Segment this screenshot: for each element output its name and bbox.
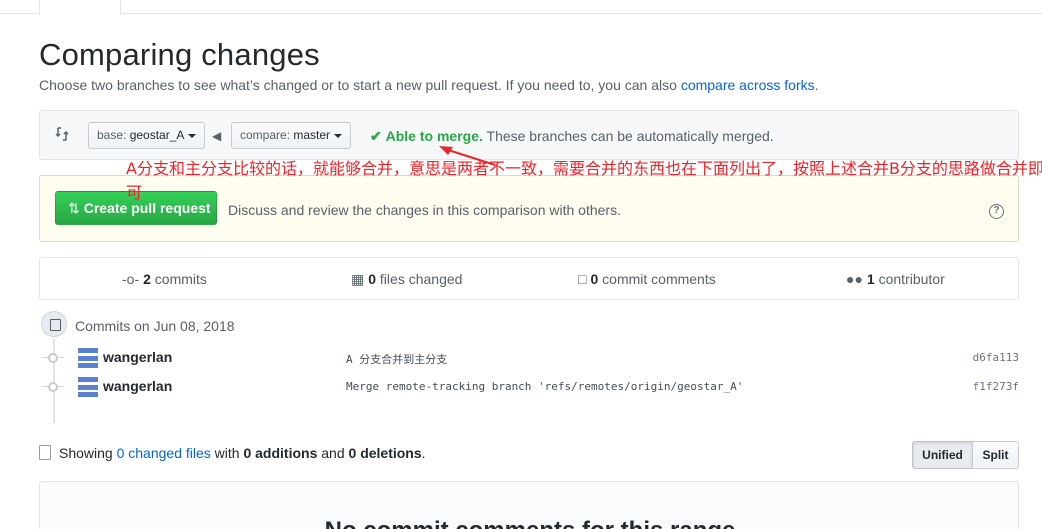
file-diff-icon: ▦: [351, 271, 365, 287]
avatar[interactable]: [78, 377, 98, 397]
commit-sha[interactable]: f1f273f: [973, 380, 1019, 393]
arrow-left-icon: ◀: [212, 129, 222, 143]
comments-label: commit comments: [598, 271, 716, 287]
contributors-count: 1: [866, 271, 875, 287]
repo-tab-bar: [0, 0, 1042, 15]
files-summary: Showing 0 changed files with 0 additions…: [59, 445, 426, 461]
and-label: and: [317, 445, 349, 461]
avatar[interactable]: [78, 348, 98, 368]
compare-stats: -o- 2 commits ▦ 0 files changed □ 0 commit …: [39, 257, 1019, 300]
commit-row: wangerlan A 分支合并到主分支 d6fa113: [39, 345, 1019, 371]
changed-files-link[interactable]: 0 changed files: [117, 445, 211, 461]
compare-prefix: compare:: [240, 128, 294, 142]
chevron-down-icon: [188, 133, 197, 138]
files-count: 0: [368, 271, 377, 287]
additions-count: 0 additions: [243, 445, 318, 461]
merge-status: ✔ Able to merge. These branches can be a…: [370, 128, 774, 145]
split-view-button[interactable]: Split: [972, 441, 1019, 469]
check-icon: ✔: [370, 128, 382, 144]
pull-request-icon: ⇅: [68, 200, 80, 216]
commit-message[interactable]: Merge remote-tracking branch 'refs/remot…: [346, 380, 743, 393]
compare-branch-select[interactable]: compare: master: [231, 122, 352, 149]
with-label: with: [210, 445, 244, 461]
blank-slate: No commit comments for this range: [39, 481, 1019, 529]
commit-author[interactable]: wangerlan: [103, 349, 172, 365]
comment-icon: □: [578, 271, 587, 287]
stat-commits[interactable]: -o- 2 commits: [122, 271, 207, 287]
commit-date: Commits on Jun 08, 2018: [75, 318, 235, 334]
deletions-count: 0 deletions: [348, 445, 422, 461]
blank-slate-heading: No commit comments for this range: [40, 517, 1018, 529]
base-prefix: base:: [97, 128, 130, 142]
subtitle-suffix: .: [814, 77, 819, 93]
stat-comments[interactable]: □ 0 commit comments: [578, 271, 716, 287]
subtitle-text: Choose two branches to see what’s change…: [39, 77, 681, 93]
compare-across-forks-link[interactable]: compare across forks: [681, 77, 815, 93]
showing-label: Showing: [59, 445, 117, 461]
question-icon[interactable]: ?: [989, 204, 1004, 219]
commits-count: 2: [143, 271, 151, 287]
tab-code[interactable]: [39, 0, 121, 15]
files-label: files changed: [376, 271, 463, 287]
commit-message[interactable]: A 分支合并到主分支: [346, 351, 447, 367]
contributors-label: contributor: [874, 271, 945, 287]
commit-sha[interactable]: d6fa113: [973, 351, 1019, 364]
chevron-down-icon: [334, 133, 343, 138]
stat-contributors[interactable]: ●● 1 contributor: [846, 271, 945, 287]
calendar-icon: [41, 311, 67, 337]
annotation-text: A分支和主分支比较的话，就能够合并，意思是两者不一致，需要合并的东西也在下面列出…: [126, 159, 1042, 202]
people-icon: ●●: [846, 271, 863, 287]
base-branch-name: geostar_A: [129, 128, 185, 142]
git-compare-icon[interactable]: [54, 126, 70, 142]
commit-icon: -o-: [122, 271, 140, 287]
files-summary-bar: Showing 0 changed files with 0 additions…: [39, 441, 1019, 469]
commit-dot-icon: [48, 382, 58, 392]
unified-view-button[interactable]: Unified: [912, 441, 973, 469]
file-icon: [39, 445, 51, 460]
commit-author[interactable]: wangerlan: [103, 378, 172, 394]
period-label: .: [421, 445, 426, 461]
commits-label: commits: [150, 271, 207, 287]
base-branch-select[interactable]: base: geostar_A: [88, 122, 206, 149]
page-title: Comparing changes: [39, 37, 320, 72]
commit-dot-icon: [48, 353, 58, 363]
page-subtitle: Choose two branches to see what’s change…: [39, 77, 819, 93]
stat-files[interactable]: ▦ 0 files changed: [351, 271, 462, 288]
commit-row: wangerlan Merge remote-tracking branch '…: [39, 374, 1019, 400]
compare-branch-name: master: [293, 128, 331, 142]
